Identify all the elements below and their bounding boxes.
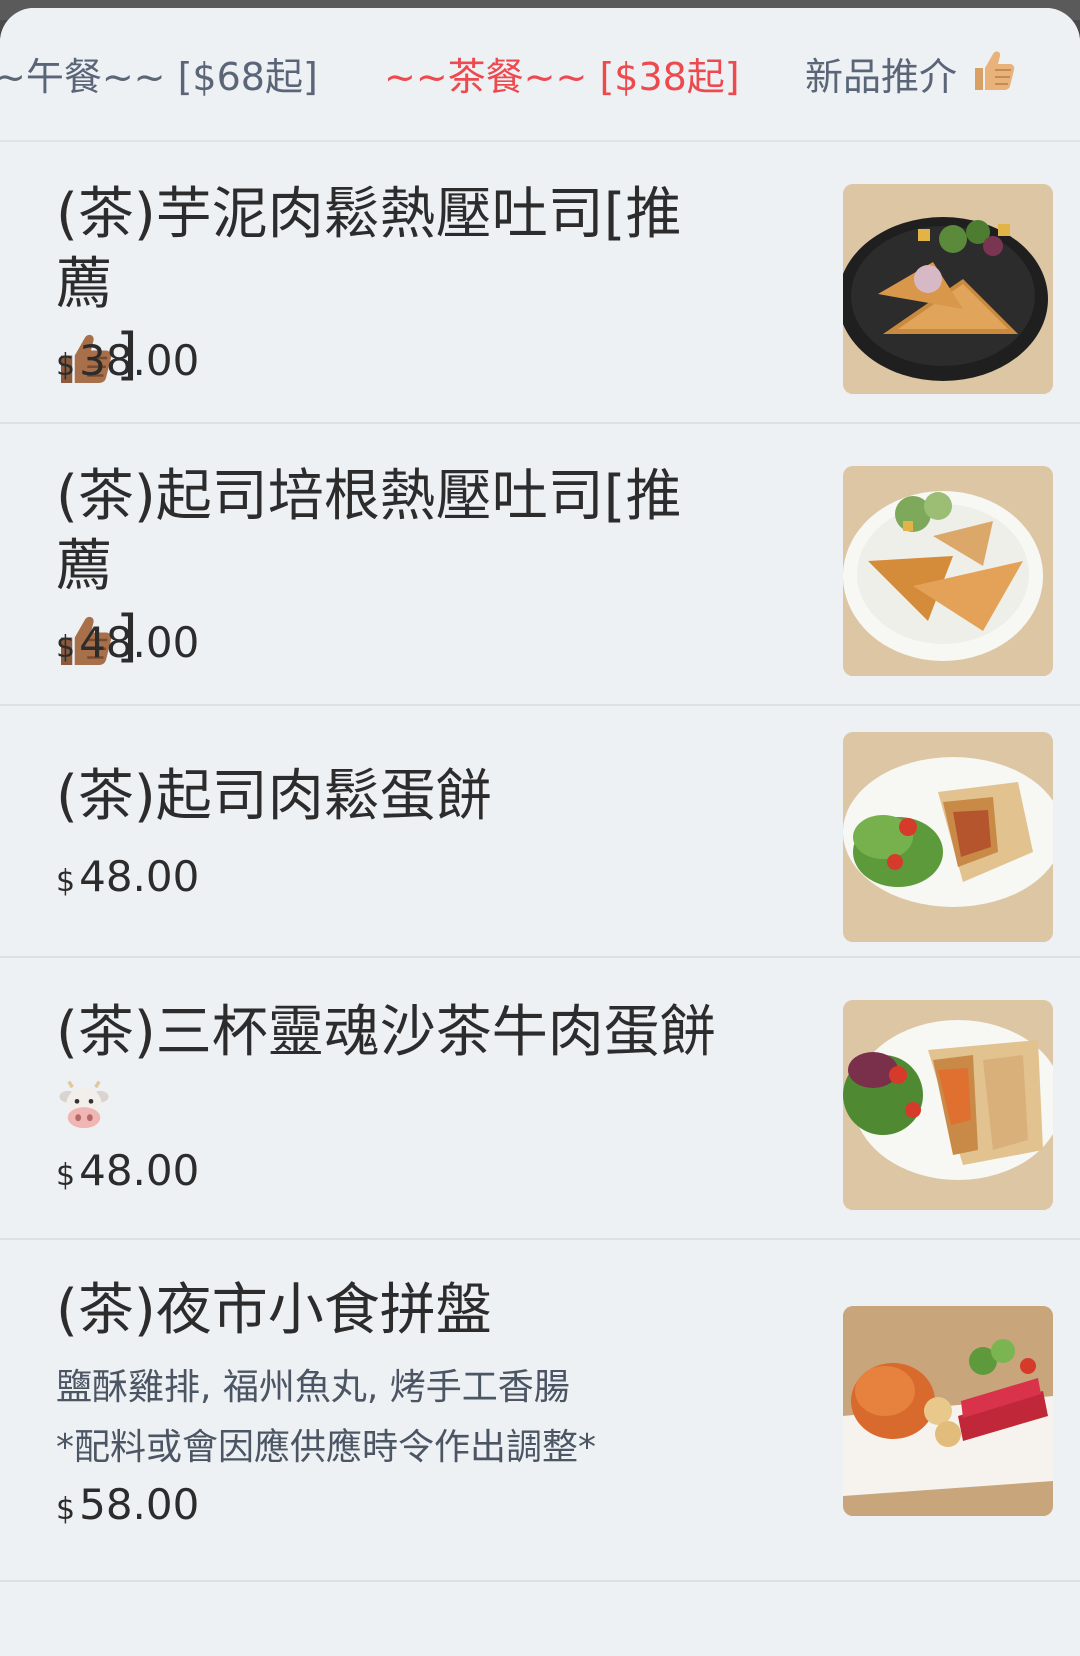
menu-item[interactable]: (茶)起司肉鬆蛋餅 $48.00	[0, 706, 1080, 958]
menu-item-description: 鹽酥雞排, 福州魚丸, 烤手工香腸 *配料或會因應供應時令作出調整*	[56, 1358, 756, 1478]
menu-item[interactable]: (茶)起司培根熱壓吐司[推薦 ] $48.00	[0, 424, 1080, 706]
currency-symbol: $	[56, 348, 76, 383]
tab-new-items[interactable]: 新品推介	[805, 46, 1017, 101]
menu-item[interactable]: (茶)三杯靈魂沙茶牛肉蛋餅 $48.00	[0, 958, 1080, 1240]
toast-salad-plate-icon	[843, 466, 1053, 676]
menu-item-name: (茶)起司肉鬆蛋餅	[56, 762, 736, 832]
snack-platter-icon	[843, 1306, 1053, 1516]
currency-symbol: $	[56, 1158, 76, 1193]
menu-item-price: $48.00	[56, 618, 199, 667]
price-value: 48.00	[79, 618, 200, 667]
menu-item-price: $48.00	[56, 852, 199, 901]
tab-lunch-label: ~午餐~~ [$68起]	[0, 55, 318, 99]
beef-egg-roll-plate-icon	[843, 1000, 1053, 1210]
menu-item-price: $48.00	[56, 1146, 199, 1195]
menu-item-photo	[843, 1000, 1053, 1210]
cow-face-icon	[59, 1080, 109, 1129]
menu-item-name-line: (茶)芋泥肉鬆熱壓吐司[推薦	[56, 182, 682, 317]
menu-item-photo	[843, 466, 1053, 676]
currency-symbol: $	[56, 864, 76, 899]
menu-item-description-note: *配料或會因應供應時令作出調整*	[56, 1427, 597, 1468]
menu-item-photo	[843, 184, 1053, 394]
menu-sheet: ~午餐~~ [$68起] ~~茶餐~~ [$38起] 新品推介 (茶)芋泥肉鬆熱…	[0, 8, 1080, 1656]
currency-symbol: $	[56, 1492, 76, 1527]
menu-item-price: $58.00	[56, 1480, 199, 1529]
menu-item-name: (茶)三杯靈魂沙茶牛肉蛋餅	[56, 998, 736, 1138]
menu-item-description-line: 鹽酥雞排, 福州魚丸, 烤手工香腸	[56, 1367, 570, 1408]
menu-item-photo	[843, 1306, 1053, 1516]
category-tabs: ~午餐~~ [$68起] ~~茶餐~~ [$38起] 新品推介	[0, 8, 1080, 142]
price-value: 58.00	[79, 1480, 200, 1529]
menu-item[interactable]: (茶)芋泥肉鬆熱壓吐司[推薦 ] $38.00	[0, 142, 1080, 424]
menu-item-name: (茶)夜市小食拼盤	[56, 1276, 736, 1346]
menu-item-photo	[843, 732, 1053, 942]
price-value: 48.00	[79, 1146, 200, 1195]
tab-tea[interactable]: ~~茶餐~~ [$38起]	[384, 46, 740, 101]
menu-item[interactable]: (茶)夜市小食拼盤 鹽酥雞排, 福州魚丸, 烤手工香腸 *配料或會因應供應時令作…	[0, 1240, 1080, 1582]
egg-roll-salad-plate-icon	[843, 732, 1053, 942]
menu-item-name-line: (茶)三杯靈魂沙茶牛肉蛋餅	[56, 1000, 716, 1065]
menu-item-price: $38.00	[56, 336, 199, 385]
thumbs-up-icon	[975, 51, 1015, 90]
price-value: 38.00	[79, 336, 200, 385]
menu-item-name-line: (茶)夜市小食拼盤	[56, 1278, 492, 1343]
menu-item-name-line: (茶)起司肉鬆蛋餅	[56, 764, 492, 829]
toast-salad-plate-icon	[843, 184, 1053, 394]
price-value: 48.00	[79, 852, 200, 901]
tab-new-items-label: 新品推介	[805, 55, 958, 99]
tab-lunch[interactable]: ~午餐~~ [$68起]	[0, 46, 318, 101]
tab-tea-label: ~~茶餐~~ [$38起]	[384, 55, 740, 99]
currency-symbol: $	[56, 630, 76, 665]
menu-item-name-line: (茶)起司培根熱壓吐司[推薦	[56, 464, 682, 599]
